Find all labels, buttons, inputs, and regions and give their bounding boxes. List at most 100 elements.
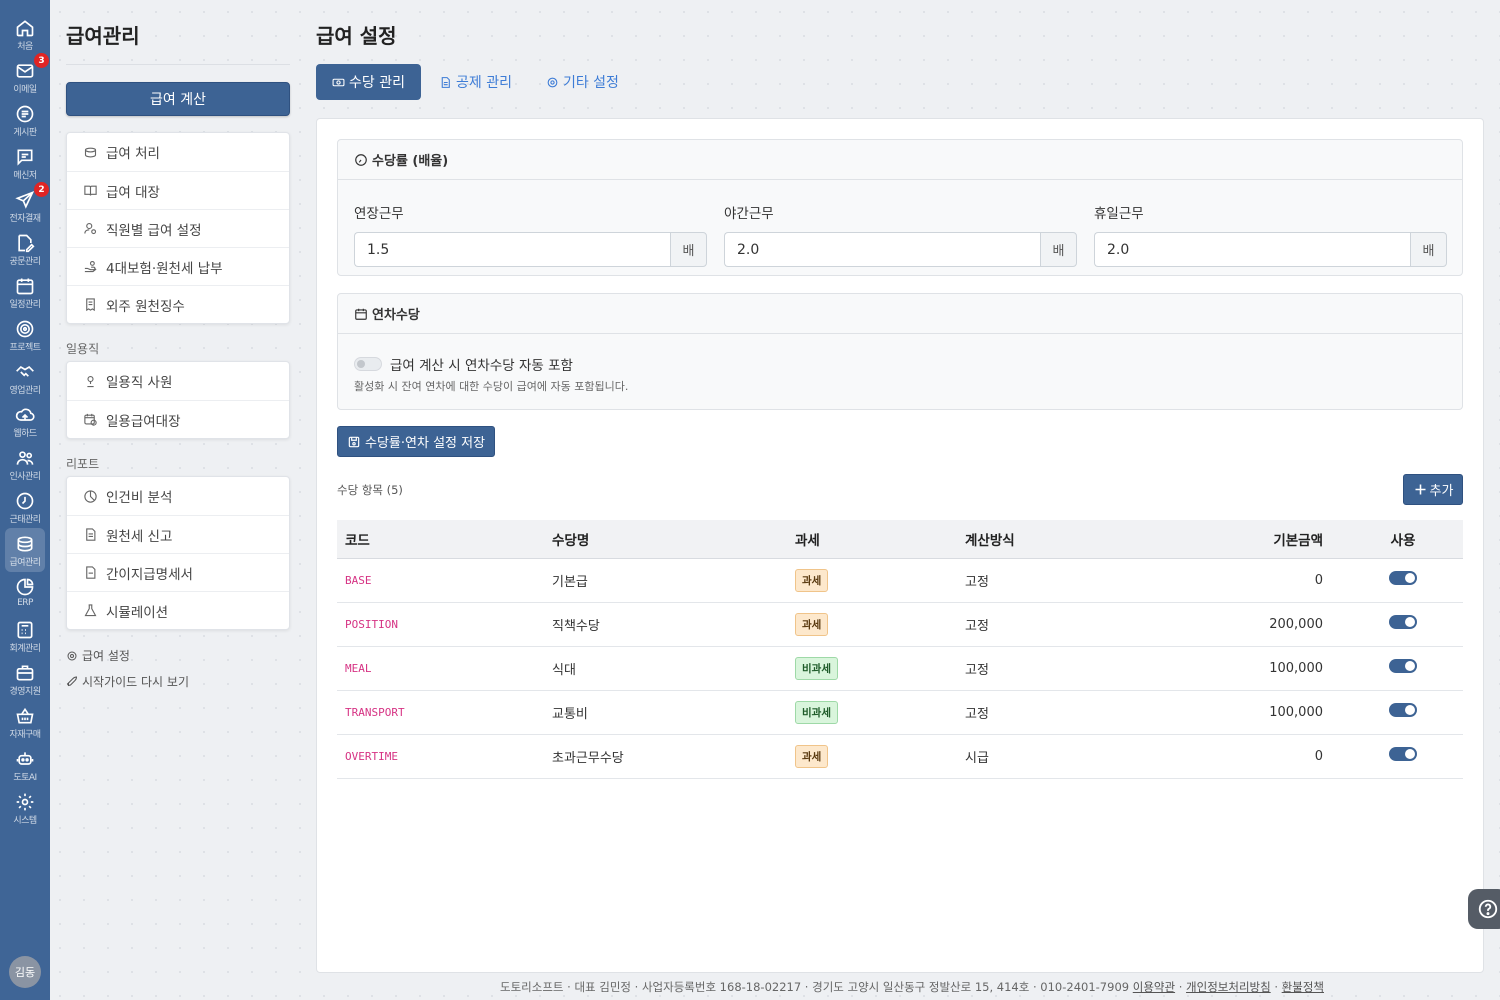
field-label: 야간근무 [724,206,774,222]
rail-item-official-docs[interactable]: 공문관리 [0,231,50,273]
sidebar-item-payroll-process[interactable]: 급여 처리 [67,133,289,171]
sidebar-item-label: 직원별 급여 설정 [106,222,202,239]
table-row[interactable]: BASE 기본급 과세 고정 0 [337,558,1463,603]
rail-item-erp[interactable]: ERP [0,575,50,617]
allowance-name: 교통비 [544,690,787,735]
sidebar-item-simulation[interactable]: 시뮬레이션 [67,591,289,629]
cloud-icon [15,408,35,421]
main-menu-card: 급여 처리 급여 대장 직원별 급여 설정 4대보험·원천세 납부 외주 원천징… [66,132,290,324]
enabled-switch[interactable] [1389,615,1417,629]
enabled-switch[interactable] [1389,659,1417,673]
annual-leave-toggle[interactable] [354,357,382,371]
rail-item-ai[interactable]: 도토AI [0,747,50,789]
col-header-method: 계산방식 [957,520,1147,559]
tab-other-settings[interactable]: 기타 설정 [530,64,635,100]
file-text-icon [86,528,96,541]
allowance-name: 초과근무수당 [544,734,787,779]
rail-item-attendance[interactable]: 근태관리 [0,489,50,531]
rail-label: 게시판 [13,128,37,138]
sidebar-item-label: 원천세 신고 [106,528,173,545]
allowance-code: OVERTIME [345,749,398,763]
tax-badge: 과세 [795,612,829,636]
page-footer: 도토리소프트 · 대표 김민정 · 사업자등록번호 168-18-02217 ·… [500,980,1324,994]
hand-coin-icon [84,260,97,273]
section-label-report: 리포트 [66,457,100,471]
rail-item-sales[interactable]: 영업관리 [0,360,50,402]
sidebar-item-label: 급여 처리 [106,146,160,162]
button-label: 추가 [1429,484,1454,499]
unit-suffix: 배 [1410,232,1447,267]
rail-item-email[interactable]: 이메일 3 [0,53,50,101]
rail-item-board[interactable]: 게시판 [0,102,50,144]
plus-icon [1415,484,1426,495]
table-row[interactable]: OVERTIME 초과근무수당 과세 시급 0 [337,734,1463,779]
table-row[interactable]: MEAL 식대 비과세 고정 100,000 [337,646,1463,691]
start-guide-link[interactable]: 시작가이드 다시 보기 [66,673,189,690]
daily-menu-card: 일용직 사원 일용급여대장 [66,361,290,439]
toggle-label: 급여 계산 시 연차수당 자동 포함 [390,358,573,374]
rail-item-hr[interactable]: 인사관리 [0,446,50,488]
refund-link[interactable]: 환불정책 [1282,980,1324,994]
tab-allowance[interactable]: 수당 관리 [316,64,421,100]
enabled-switch[interactable] [1389,571,1417,585]
sidebar-item-daily-workers[interactable]: 일용직 사원 [67,362,289,400]
payroll-settings-link[interactable]: 급여 설정 [66,647,130,664]
sidebar-item-payroll-ledger[interactable]: 급여 대장 [67,171,289,209]
sidebar-item-outsourced-withholding[interactable]: 외주 원천징수 [67,285,289,323]
night-rate-input[interactable] [724,232,1040,267]
privacy-link[interactable]: 개인정보처리방침 [1186,980,1271,994]
table-row[interactable]: TRANSPORT 교통비 비과세 고정 100,000 [337,690,1463,735]
rail-item-schedule[interactable]: 일정관리 [0,274,50,316]
allowance-table: 코드 수당명 과세 계산방식 기본금액 사용 BASE 기본급 과세 고정 0 … [337,520,1463,779]
calc-method: 고정 [957,690,1147,735]
rail-item-accounting[interactable]: 회계관리 [0,618,50,660]
terms-link[interactable]: 이용약관 [1133,980,1175,994]
rail-item-webhard[interactable]: 웹하드 [0,403,50,445]
unit-suffix: 배 [1040,232,1077,267]
enabled-switch[interactable] [1389,703,1417,717]
rail-item-purchasing[interactable]: 자재구매 [0,704,50,746]
rail-item-approval[interactable]: 전자결재 2 [0,182,50,230]
rail-item-messenger[interactable]: 메신저 [0,145,50,187]
payroll-calc-button[interactable]: 급여 계산 [66,82,290,116]
sidebar-item-withholding-report[interactable]: 원천세 신고 [67,515,289,553]
allowance-code: BASE [345,573,372,587]
base-amount: 0 [1147,734,1343,779]
home-icon [16,20,34,37]
sidebar-item-insurance-tax-payment[interactable]: 4대보험·원천세 납부 [67,247,289,285]
section-label-daily: 일용직 [66,342,100,356]
rail-item-management[interactable]: 경영지원 [0,661,50,703]
rail-item-home[interactable]: 처음 [0,16,50,58]
overtime-rate-input[interactable] [354,232,670,267]
rail-item-system[interactable]: 시스템 [0,790,50,832]
settings-tabs: 수당 관리 공제 관리 기타 설정 [316,64,637,101]
enabled-switch[interactable] [1389,747,1417,761]
rail-item-payroll[interactable]: 급여관리 [0,528,50,574]
sidebar-title: 급여관리 [66,24,140,48]
sidebar-item-label: 일용급여대장 [106,413,181,430]
person-pin-icon [87,375,94,387]
sidebar-item-employee-pay-settings[interactable]: 직원별 급여 설정 [67,209,289,247]
report-menu-card: 인건비 분석 원천세 신고 간이지급명세서 시뮬레이션 [66,476,290,630]
sidebar-item-daily-ledger[interactable]: 일용급여대장 [67,400,289,438]
save-settings-button[interactable]: 수당률·연차 설정 저장 [337,426,496,457]
sidebar-item-labor-cost-analysis[interactable]: 인건비 분석 [67,477,289,515]
user-avatar[interactable]: 김동 [9,956,41,988]
table-row[interactable]: POSITION 직책수당 과세 고정 200,000 [337,602,1463,647]
button-label: 수당률·연차 설정 저장 [365,436,486,451]
rocket-icon [66,675,78,686]
help-button[interactable] [1468,889,1500,929]
holiday-rate-input[interactable] [1094,232,1410,267]
messenger-icon [17,149,33,166]
night-rate-field: 야간근무 배 [724,202,1077,267]
receipt-icon [86,298,95,312]
sidebar-item-simple-statement[interactable]: 간이지급명세서 [67,553,289,591]
rail-item-project[interactable]: 프로젝트 [0,317,50,359]
box-header: 연차수당 [338,294,1462,334]
tax-badge: 과세 [795,568,829,592]
pie-chart-icon [84,489,97,503]
tab-deduction[interactable]: 공제 관리 [423,64,528,100]
allowance-code: MEAL [345,661,372,675]
sidebar-item-label: 급여 대장 [106,184,160,201]
add-allowance-button[interactable]: 추가 [1403,474,1463,505]
